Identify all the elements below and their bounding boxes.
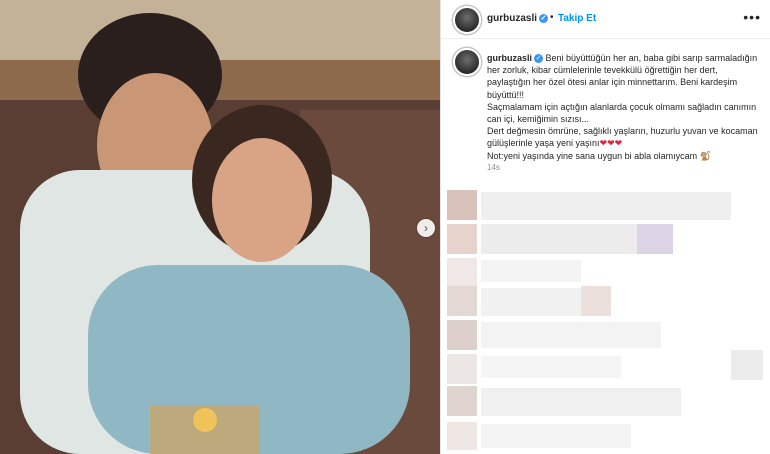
- caption-line-4: Not:yeni yaşında yine sana uygun bi abla…: [487, 150, 698, 161]
- blurred-comment: [481, 260, 581, 282]
- blurred-avatar: [447, 354, 477, 384]
- blurred-avatar: [447, 258, 477, 286]
- post-photo: ›: [0, 0, 440, 454]
- blurred-comments-area: [441, 186, 770, 454]
- blurred-comment: [731, 350, 763, 380]
- verified-badge-icon: ✓: [534, 54, 544, 64]
- blurred-comment: [581, 286, 611, 316]
- blurred-avatar: [447, 286, 477, 316]
- separator-dot: •: [550, 12, 554, 23]
- post-timestamp: 14s: [487, 163, 500, 172]
- follow-button[interactable]: Takip Et: [558, 13, 596, 24]
- caption-line-2: Saçmalamam için açtığın alanlarda çocuk …: [487, 101, 757, 125]
- blurred-comment: [481, 388, 681, 416]
- blurred-avatar: [447, 422, 477, 450]
- heart-icons: ❤❤❤: [599, 138, 623, 149]
- post-panel: gurbuzasli ✓ • Takip Et ••• gurbuzasli ✓ B…: [440, 0, 770, 454]
- more-options-icon[interactable]: •••: [743, 9, 761, 25]
- blurred-avatar: [447, 320, 477, 350]
- post-header: gurbuzasli ✓ • Takip Et •••: [441, 0, 770, 39]
- photo-illustration: [0, 0, 440, 454]
- caption-line-3: Dert değmesin ömrüne, sağlıklı yaşların,…: [487, 126, 758, 149]
- blurred-comment: [481, 192, 731, 220]
- blurred-avatar: [447, 190, 477, 220]
- blurred-comment: [481, 356, 621, 378]
- blurred-avatar: [447, 386, 477, 416]
- blurred-comment: [637, 224, 673, 254]
- blurred-comment: [481, 424, 631, 448]
- caption: gurbuzasli ✓ Beni büyüttüğün her an, baba…: [487, 52, 759, 162]
- caption-avatar[interactable]: [453, 48, 481, 76]
- caption-username[interactable]: gurbuzasli: [487, 53, 532, 63]
- monkey-emoji-icon: 🐒: [699, 150, 711, 161]
- verified-badge-icon: ✓: [539, 13, 549, 23]
- header-username[interactable]: gurbuzasli ✓: [487, 13, 549, 24]
- blurred-avatar: [447, 224, 477, 254]
- blurred-comment: [481, 322, 661, 348]
- next-photo-button[interactable]: ›: [417, 219, 435, 237]
- avatar[interactable]: [453, 6, 481, 34]
- blurred-comment: [481, 224, 641, 254]
- username-text[interactable]: gurbuzasli: [487, 13, 537, 24]
